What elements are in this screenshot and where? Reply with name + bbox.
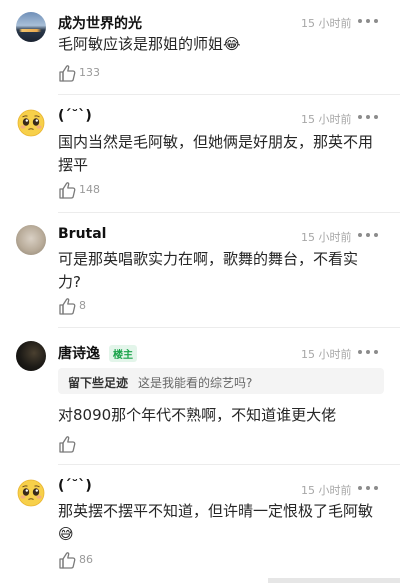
like-count: 8 (79, 299, 86, 312)
timestamp: 15 小时前 (301, 17, 352, 30)
thumbs-up-icon (59, 298, 76, 315)
more-dots-icon[interactable] (358, 230, 380, 240)
divider (58, 464, 400, 465)
avatar[interactable] (16, 108, 46, 138)
comment-text: 毛阿敏应该是那姐的师姐😂 (58, 35, 241, 53)
divider (58, 212, 400, 213)
thumbs-up-icon (59, 552, 76, 569)
username[interactable]: 成为世界的光 (58, 13, 142, 33)
host-badge: 楼主 (109, 345, 137, 362)
like-count: 133 (79, 66, 100, 79)
quoted-text: 这是我能看的综艺吗? (138, 376, 253, 390)
quoted-reply[interactable]: 留下些足迹 这是我能看的综艺吗? (58, 368, 384, 394)
pleading-face-icon (17, 109, 45, 137)
more-dots-icon[interactable] (358, 483, 380, 493)
username[interactable]: (ˊ˘ˋ) (58, 478, 92, 494)
timestamp: 15 小时前 (301, 484, 352, 497)
divider (58, 327, 400, 328)
quoted-username: 留下些足迹 (68, 376, 129, 390)
more-dots-icon[interactable] (358, 347, 380, 357)
avatar[interactable] (16, 12, 46, 42)
avatar[interactable] (16, 341, 46, 371)
comment-text: 可是那英唱歌实力在啊，歌舞的舞台，不看实力? (58, 250, 359, 291)
avatar[interactable] (16, 225, 46, 255)
username[interactable]: Brutal (58, 226, 106, 242)
more-dots-icon[interactable] (358, 112, 380, 122)
thumbs-up-icon (59, 182, 76, 199)
username[interactable]: 唐诗逸 (58, 343, 100, 363)
comment-text: 对8090那个年代不熟啊，不知道谁更大佬 (58, 406, 337, 424)
like-count: 86 (79, 553, 93, 566)
pleading-face-icon (17, 479, 45, 507)
thumbs-up-icon (59, 436, 76, 453)
timestamp: 15 小时前 (301, 113, 352, 126)
like-count: 148 (79, 183, 100, 196)
bottom-edge (268, 578, 400, 583)
timestamp: 15 小时前 (301, 348, 352, 361)
comment-text: 那英摆不摆平不知道，但许晴一定恨极了毛阿敏😅 (58, 502, 374, 543)
avatar[interactable] (16, 478, 46, 508)
timestamp: 15 小时前 (301, 231, 352, 244)
comment-text: 国内当然是毛阿敏，但她俩是好朋友，那英不用摆平 (58, 133, 374, 174)
more-dots-icon[interactable] (358, 16, 380, 26)
divider (58, 94, 400, 95)
thumbs-up-icon (59, 65, 76, 82)
username[interactable]: (ˊ˘ˋ) (58, 108, 92, 124)
